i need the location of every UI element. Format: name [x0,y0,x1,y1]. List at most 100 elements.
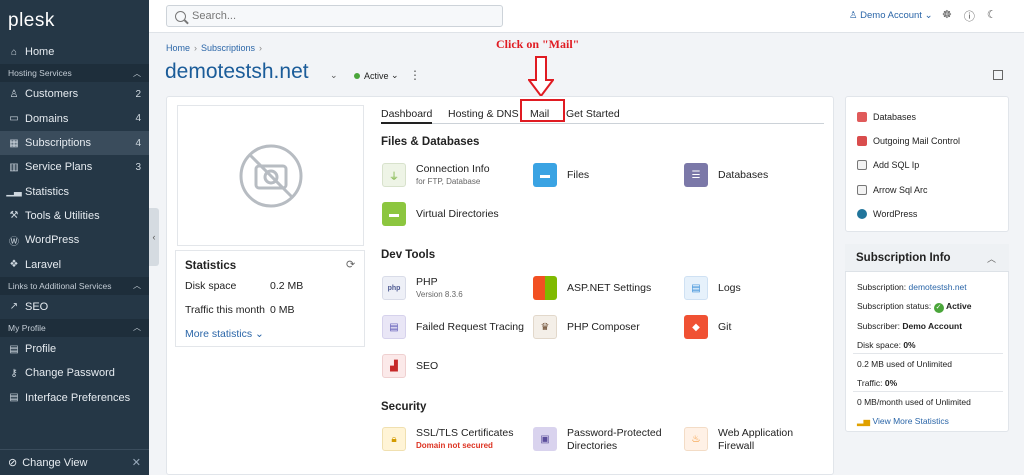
info-label: Subscription: [857,282,907,292]
tool-ssl-certificates[interactable]: 🔒︎ SSL/TLS Certificates Domain not secure… [382,427,513,451]
sidebar-item-home[interactable]: ⌂ Home [0,40,149,64]
view-more-statistics-link[interactable]: ▂▅ View More Statistics [857,416,949,427]
bar-chart-icon: ▂▅ [857,416,871,426]
sidebar-item-profile[interactable]: ▤ Profile [0,337,149,361]
sidebar-item-laravel[interactable]: ❖ Laravel [0,252,149,276]
wordpress-icon [857,209,867,219]
panel-toggle-icon[interactable] [993,70,1003,80]
chevron-down-icon: ⌄ [388,70,399,80]
tool-php-composer[interactable]: ♛ PHP Composer [533,315,640,339]
home-icon: ⌂ [10,46,18,58]
page-icon [857,160,867,170]
link-outgoing-mail-control[interactable]: Outgoing Mail Control [857,136,960,146]
lock-icon: 🔒︎ [382,427,406,451]
more-options-icon[interactable]: ⋮ [409,68,421,82]
more-statistics-link[interactable]: More statistics ⌄ [185,328,264,340]
tab-dashboard[interactable]: Dashboard [381,108,433,124]
tab-hosting-dns[interactable]: Hosting & DNS [448,108,519,120]
sidebar-item-change-password[interactable]: ⚷ Change Password [0,361,149,385]
link-databases[interactable]: Databases [857,112,916,122]
sidebar-item-statistics[interactable]: ▁▃ Statistics [0,179,149,203]
php-icon: php [382,276,406,300]
tab-get-started[interactable]: Get Started [566,108,620,120]
tool-files[interactable]: ▬ Files [533,163,589,187]
info-label: Disk space: [857,340,901,350]
section-hosting-services[interactable]: Hosting Services ︿ [0,64,149,83]
sidebar-item-wordpress[interactable]: Ⓦ WordPress [0,228,149,252]
sidebar-item-label: Customers [25,88,79,101]
plug-icon: ⏚ [382,163,406,187]
info-traffic-used: 0 MB/month used of Unlimited [857,397,971,407]
sidebar-item-tools[interactable]: ⚒ Tools & Utilities [0,204,149,228]
sidebar-item-count: 3 [135,161,141,173]
breadcrumb-home[interactable]: Home [166,43,190,53]
subscription-link[interactable]: demotestsh.net [909,282,967,292]
flame-icon: ♨ [684,427,708,451]
chevron-up-icon: ︿ [133,68,141,78]
sidebar-item-label: WordPress [25,234,80,247]
sidebar-collapse-handle[interactable]: ‹ [149,208,159,266]
sidebar-item-subscriptions[interactable]: ▦ Subscriptions 4 [0,130,149,156]
change-view-button[interactable]: ⊘ Change View ✕ [0,449,149,475]
folder-icon: ▬ [533,163,557,187]
status-badge[interactable]: Active ⌄ [354,70,399,81]
sidebar-item-seo[interactable]: ↗ SEO [0,295,149,319]
trend-icon: ↗ [9,301,19,313]
top-icons: ☸ ⓘ ☾ [942,8,997,24]
page-title: demotestsh.net [165,60,309,83]
refresh-icon[interactable]: ⟳ [346,258,355,271]
link-wordpress[interactable]: WordPress [857,209,917,219]
tool-web-application-firewall[interactable]: ♨ Web Application Firewall [684,427,808,453]
sidebar-item-service-plans[interactable]: ▥ Service Plans 3 [0,155,149,179]
bug-icon[interactable]: ☸ [942,8,952,24]
info-disk-used: 0.2 MB used of Unlimited [857,359,952,369]
breadcrumb-separator: › [194,43,198,53]
mail-icon [857,136,867,146]
sidebar-item-count: 4 [135,137,141,149]
chevron-down-icon[interactable]: ⌄ [330,70,338,81]
tool-connection-info[interactable]: ⏚ Connection Info for FTP, Database [382,163,490,187]
sidebar-item-label: Laravel [25,258,62,271]
plesk-logo[interactable]: plesk [0,0,149,40]
key-icon: ⚷ [10,367,18,379]
sidebar-item-label: Change Password [25,367,115,380]
tool-virtual-directories[interactable]: ▬ Virtual Directories [382,202,499,226]
tool-git[interactable]: ◆ Git [684,315,731,339]
account-menu[interactable]: ♙ Demo Account ⌄ [849,10,933,21]
link-arrow-sql-arc[interactable]: Arrow Sql Arc [857,185,928,195]
tool-label: PHP [416,276,438,288]
tool-label: SSL/TLS Certificates [416,427,514,439]
sidebar-item-label: Profile [25,343,57,356]
breadcrumb-subscriptions[interactable]: Subscriptions [201,43,255,53]
tool-label: ASP.NET Settings [567,282,652,294]
tool-label: Password-Protected Directories [567,427,662,452]
bar-chart-icon: ▁▃ [6,186,22,198]
tool-php[interactable]: php PHP Version 8.3.6 [382,276,463,300]
tool-password-protected-directories[interactable]: ▣ Password-Protected Directories [533,427,667,453]
tool-logs[interactable]: ▤ Logs [684,276,741,300]
search-input[interactable]: Search... [166,5,503,27]
tool-aspnet-settings[interactable]: ASP.NET Settings [533,276,651,300]
profile-icon: ▤ [9,343,19,355]
sidebar-item-customers[interactable]: ♙ Customers 2 [0,82,149,106]
chevron-down-icon: ⌄ [921,10,933,21]
log-file-icon: ▤ [684,276,708,300]
sidebar-item-interface-preferences[interactable]: ▤ Interface Preferences [0,386,149,410]
sidebar-item-label: Interface Preferences [25,391,131,404]
tool-label: Git [718,321,732,333]
close-icon[interactable]: ✕ [132,456,141,469]
section-additional-services[interactable]: Links to Additional Services ︿ [0,276,149,295]
info-disk-space: Disk space: 0% [857,340,916,350]
link-label: Databases [873,112,917,122]
sidebar-item-domains[interactable]: ▭ Domains 4 [0,107,149,131]
link-add-sql-ip[interactable]: Add SQL Ip [857,160,919,170]
section-my-profile[interactable]: My Profile ︿ [0,318,149,337]
tool-databases[interactable]: ☰ Databases [684,163,768,187]
section-label: Hosting Services [8,68,72,79]
subscription-info-header[interactable]: Subscription Info ︿ [845,244,1009,272]
tool-failed-request-tracing[interactable]: ▤ Failed Request Tracing [382,315,524,339]
tool-seo[interactable]: ▟ SEO [382,354,438,378]
help-icon[interactable]: ⓘ [964,8,975,24]
topbar: Search... ♙ Demo Account ⌄ ☸ ⓘ ☾ [149,0,1024,33]
theme-icon[interactable]: ☾ [987,8,997,24]
